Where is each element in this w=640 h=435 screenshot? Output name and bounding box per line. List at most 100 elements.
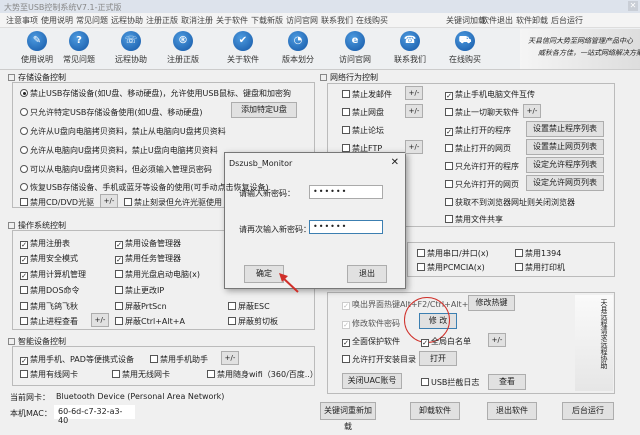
usb-log-checkbox[interactable]: USB拦截日志: [421, 377, 479, 388]
menu-item[interactable]: 软件退出: [481, 15, 513, 26]
network-checkbox[interactable]: 禁止打开的网页: [445, 143, 511, 154]
allow-dir-checkbox[interactable]: 允许打开安装目录: [342, 354, 416, 365]
network-checkbox[interactable]: 禁止网盘: [342, 107, 384, 118]
os-checkbox[interactable]: 屏蔽ESC: [228, 301, 270, 312]
network-checkbox[interactable]: 禁止一切聊天软件: [445, 107, 519, 118]
cd-plus-minus-button[interactable]: +/-: [100, 194, 118, 208]
os-checkbox[interactable]: 禁用DOS命令: [20, 285, 80, 296]
smart-checkbox[interactable]: 禁用随身wifi（360/百度..）: [207, 369, 318, 380]
os-checkbox[interactable]: 屏蔽PrtScn: [115, 301, 167, 312]
new-password-input[interactable]: ••••••: [309, 185, 383, 199]
mac-field[interactable]: 60-6d-c7-32-a3-40: [54, 405, 135, 425]
os-checkbox[interactable]: 禁止进程查看: [20, 316, 78, 327]
bottom-button[interactable]: 卸载软件: [410, 402, 460, 420]
port-checkbox[interactable]: 禁用1394: [515, 248, 561, 259]
chat-plus-minus-button[interactable]: +/-: [523, 104, 541, 118]
network-checkbox[interactable]: 获取不到浏览器网址则关闭浏览器: [445, 197, 575, 208]
storage-radio[interactable]: 允许从U盘向电脑拷贝资料，禁止从电脑向U盘拷贝资料: [20, 126, 226, 137]
network-list-button[interactable]: 设定允许程序列表: [526, 157, 604, 173]
close-uac-button[interactable]: 关闭UAC账号: [342, 373, 402, 389]
dialog-close-icon[interactable]: ✕: [391, 157, 399, 168]
os-checkbox[interactable]: 禁止更改IP: [115, 285, 164, 296]
os-checkbox[interactable]: ✓ 禁用设备管理器: [115, 238, 181, 249]
os-checkbox[interactable]: 屏蔽剪切板: [228, 316, 278, 327]
menu-item[interactable]: 后台运行: [551, 15, 583, 26]
menu-item[interactable]: 注意事项: [6, 15, 38, 26]
smart-checkbox[interactable]: 禁用无线网卡: [112, 369, 170, 380]
network-checkbox[interactable]: 禁止FTP: [342, 143, 382, 154]
bottom-button[interactable]: 关键词重新加载: [320, 402, 376, 431]
smart-checkbox[interactable]: 禁用手机助手: [150, 354, 208, 365]
menu-item[interactable]: 注册正版: [146, 15, 178, 26]
os-checkbox[interactable]: 禁用光盘启动电脑(x): [115, 269, 200, 280]
network-checkbox[interactable]: ✓ 禁止打开的程序: [445, 125, 511, 136]
toolbar-button-1[interactable]: ? 常见问题: [54, 31, 104, 65]
menu-item[interactable]: 联系我们: [321, 15, 353, 26]
toolbar-button-2[interactable]: ☏ 远程协助: [106, 31, 156, 65]
phone-plus-minus-button[interactable]: +/-: [221, 351, 239, 365]
menu-item[interactable]: 访问官网: [286, 15, 318, 26]
menu-item[interactable]: 关键词加载: [446, 15, 486, 26]
os-checkbox[interactable]: ✓ 禁用安全模式: [20, 253, 78, 264]
network-list-button[interactable]: 设定允许网页列表: [526, 175, 604, 191]
whitelist-plus-minus-button[interactable]: +/-: [488, 333, 506, 347]
network-plus-minus-button[interactable]: +/-: [405, 86, 423, 100]
toolbar-button-4[interactable]: ✔ 关于软件: [218, 31, 268, 65]
network-checkbox[interactable]: 禁止论坛: [342, 125, 384, 136]
view-log-button[interactable]: 查看: [488, 374, 526, 390]
network-checkbox[interactable]: 只允许打开的程序: [445, 161, 519, 172]
menu-item[interactable]: 使用说明: [41, 15, 73, 26]
menu-item[interactable]: 关于软件: [216, 15, 248, 26]
toolbar-button-8[interactable]: ⛟ 在线购买: [440, 31, 490, 65]
network-checkbox[interactable]: 只允许打开的网页: [445, 179, 519, 190]
cd-dvd-checkbox[interactable]: 禁用CD/DVD光驱: [20, 197, 94, 208]
menu-item[interactable]: 常见问题: [76, 15, 108, 26]
confirm-password-input[interactable]: ••••••: [309, 220, 383, 234]
storage-radio[interactable]: 禁止USB存储设备(如U盘、移动硬盘)，允许使用USB鼠标、键盘和加密狗: [20, 88, 291, 99]
network-list-button[interactable]: 设置禁止程序列表: [526, 121, 604, 137]
cancel-button[interactable]: 退出: [347, 265, 387, 283]
toolbar-button-6[interactable]: e 访问官网: [330, 31, 380, 65]
menu-item[interactable]: 在线购买: [356, 15, 388, 26]
network-plus-minus-button[interactable]: +/-: [405, 140, 423, 154]
open-button[interactable]: 打开: [419, 351, 457, 366]
title-bar: 大势至USB控制系统V7.1-正式版: [0, 0, 640, 13]
storage-radio[interactable]: 只允许特定USB存储设备使用(如U盘、移动硬盘): [20, 107, 203, 118]
protect-checkbox[interactable]: ✓ 全面保护软件: [342, 336, 400, 347]
process-plus-minus-button[interactable]: +/-: [91, 313, 109, 327]
menu-item[interactable]: 下载新版: [251, 15, 283, 26]
port-checkbox[interactable]: 禁用PCMCIA(x): [417, 262, 485, 273]
menu-item[interactable]: 远程协助: [111, 15, 143, 26]
change-hotkey-button[interactable]: 修改热键: [468, 295, 515, 311]
whitelist-checkbox[interactable]: ✓ 全局白名单: [421, 336, 471, 347]
bottom-button[interactable]: 退出软件: [487, 402, 537, 420]
os-checkbox[interactable]: 禁用飞鸽飞秋: [20, 301, 78, 312]
add-specific-usb-button[interactable]: 添加特定U盘: [231, 102, 297, 118]
radio-icon: [20, 127, 28, 135]
os-checkbox[interactable]: ✓ 禁用任务管理器: [115, 253, 181, 264]
os-checkbox[interactable]: 屏蔽Ctrl+Alt+A: [115, 316, 185, 327]
smart-checkbox[interactable]: ✓ 禁用手机、PAD等便携式设备: [20, 354, 134, 365]
network-plus-minus-button[interactable]: +/-: [405, 104, 423, 118]
port-checkbox[interactable]: 禁用串口/并口(x): [417, 248, 489, 259]
smart-checkbox[interactable]: 禁用有线网卡: [20, 369, 78, 380]
password-checkbox[interactable]: ✓ 修改软件密码: [342, 318, 400, 329]
toolbar-button-3[interactable]: ® 注册正版: [158, 31, 208, 65]
toolbar-button-5[interactable]: ◔ 版本划分: [273, 31, 323, 65]
burn-checkbox[interactable]: 禁止刻录但允许光驱使用: [124, 197, 222, 208]
menu-item[interactable]: 软件卸载: [516, 15, 548, 26]
menu-item[interactable]: 取消注册: [181, 15, 213, 26]
os-checkbox[interactable]: ✓ 禁用注册表: [20, 238, 70, 249]
storage-radio[interactable]: 恢复USB存储设备、手机或蓝牙等设备的使用(可手动点击恢复设备): [20, 182, 269, 193]
close-icon[interactable]: ✕: [628, 1, 638, 11]
port-checkbox[interactable]: 禁用打印机: [515, 262, 565, 273]
network-list-button[interactable]: 设置禁止网页列表: [526, 139, 604, 155]
storage-radio[interactable]: 允许从电脑向U盘拷贝资料，禁止U盘向电脑拷贝资料: [20, 145, 218, 156]
bottom-button[interactable]: 后台运行: [562, 402, 614, 420]
toolbar-button-7[interactable]: ☎ 联系我们: [385, 31, 435, 65]
os-checkbox[interactable]: ✓ 禁用计算机管理: [20, 269, 86, 280]
storage-radio[interactable]: 可以从电脑向U盘拷贝资料，但必须输入管理员密码: [20, 164, 212, 175]
network-checkbox[interactable]: ✓ 禁止手机电脑文件互传: [445, 89, 535, 100]
network-checkbox[interactable]: 禁用文件共享: [445, 214, 503, 225]
network-checkbox[interactable]: 禁止发邮件: [342, 89, 392, 100]
